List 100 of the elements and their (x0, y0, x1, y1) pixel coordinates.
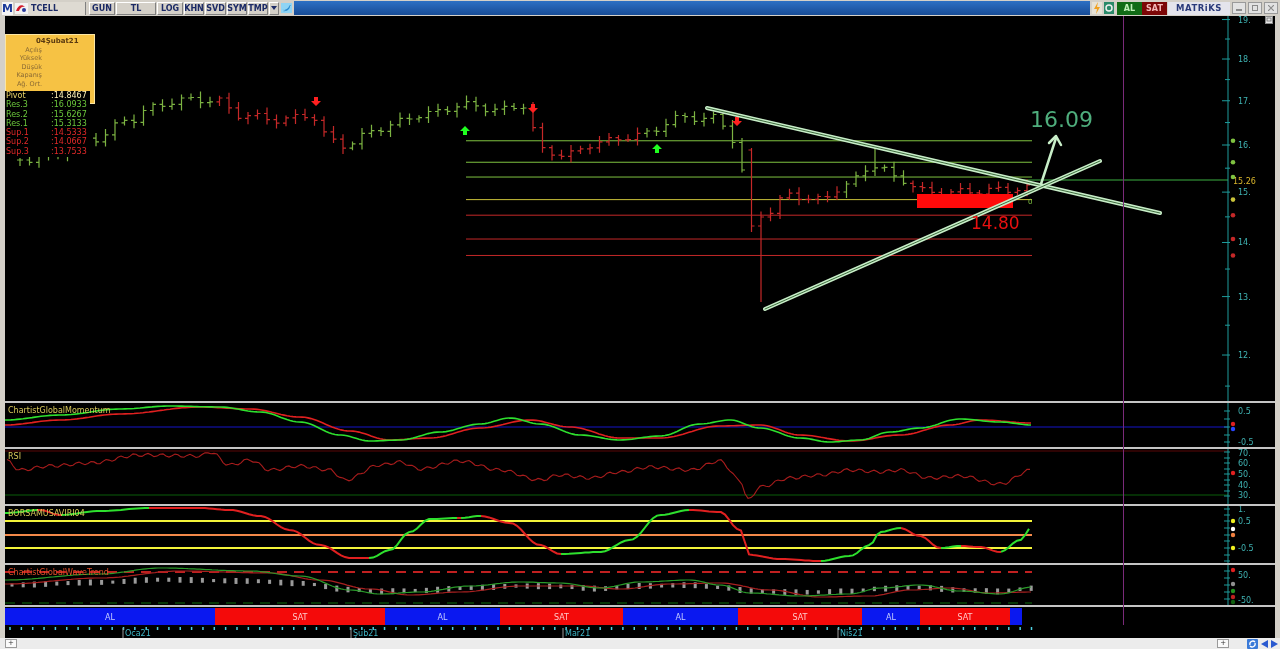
target-price-label: 16.09 (1030, 107, 1093, 132)
signal-label: AL (105, 613, 115, 622)
axis-label: 50. (1238, 470, 1251, 479)
pivot-label: Res.2 (6, 109, 28, 119)
pivot-value: :13.7533 (51, 146, 87, 157)
level-marker-icon (1230, 138, 1236, 144)
level-marker-icon (1230, 545, 1236, 551)
date-separator (350, 627, 352, 638)
box-price-label: 14.80 (971, 213, 1020, 233)
date-label: Oca21 (125, 629, 151, 638)
axis-label: 50. (1238, 571, 1251, 580)
toolbar-button[interactable]: SVD (205, 1, 226, 15)
axis-label: 40. (1238, 481, 1251, 490)
axis-label: 1. (1238, 506, 1246, 514)
caret-icon (271, 6, 277, 10)
refresh-icon[interactable] (1247, 638, 1258, 649)
axis-label: 18. (1238, 55, 1251, 65)
signal-label: SAT (292, 613, 308, 622)
pivot-label: Pivot (6, 91, 26, 100)
brand-name: MATRiKS (1168, 1, 1230, 15)
pivot-label: Sup.3 (6, 146, 29, 157)
pivot-value: :14.0667 (51, 137, 87, 147)
signal-label: SAT (957, 613, 973, 622)
date-separator (562, 627, 564, 638)
date-separator (837, 627, 839, 638)
pivot-label: Sup.2 (6, 137, 29, 147)
pivot-value: :14.5333 (51, 128, 87, 138)
app-logo[interactable]: M (2, 1, 13, 15)
axis-label: 12. (1238, 351, 1251, 360)
level-marker-icon (1230, 253, 1236, 258)
ring-icon[interactable] (1104, 2, 1114, 14)
up-arrow-icon (460, 126, 470, 135)
axis-label: 15. (1238, 188, 1251, 198)
trade-button[interactable]: AL (1117, 1, 1142, 15)
square-icon[interactable] (1265, 16, 1273, 24)
close-button[interactable] (1264, 2, 1278, 14)
toolbar-button[interactable]: TL (116, 1, 156, 15)
date-separator (122, 627, 124, 638)
dropdown-button[interactable] (269, 1, 279, 15)
level-marker-icon (1230, 470, 1236, 476)
restore-button[interactable] (1248, 2, 1262, 14)
axis-label: 14. (1238, 238, 1251, 248)
last-price-label: 15.26 (1233, 177, 1256, 186)
pivot-value: :14.8467 (51, 91, 87, 100)
date-label: Şub21 (353, 629, 379, 638)
target-arrow (1039, 134, 1063, 186)
level-marker-icon (1230, 236, 1236, 242)
axis-label: 19. (1238, 16, 1251, 25)
axis-label: 0.5 (1238, 517, 1251, 526)
down-arrow-icon (732, 117, 742, 126)
value-axis (1223, 449, 1231, 504)
toolbar-button[interactable]: KHN (184, 1, 204, 15)
signal-label: SAT (554, 613, 569, 622)
axis-label: -0.5 (1238, 544, 1254, 553)
toolbar-button[interactable]: TMP (248, 1, 268, 15)
restore-icon (1252, 5, 1258, 11)
signal-label: AL (675, 613, 686, 622)
pivot-label: Res.3 (6, 100, 28, 110)
symbol-field[interactable]: TCELL (28, 1, 86, 15)
axis-label: 0.5 (1238, 407, 1251, 416)
level-marker-icon (1230, 174, 1236, 180)
signal-label: AL (437, 613, 448, 622)
toolbar-button[interactable]: LOG (157, 1, 183, 15)
pivot-value: :15.3133 (51, 118, 87, 128)
level-marker-icon (1230, 518, 1236, 524)
toolbar-button[interactable]: SYM (227, 1, 247, 15)
level-marker-icon (1230, 159, 1236, 165)
level-marker-icon (1230, 212, 1236, 218)
axis-label: 13. (1238, 292, 1251, 302)
symbol-icon (15, 2, 28, 14)
axis-label: 70. (1238, 449, 1251, 458)
pivot-label: Res.1 (6, 118, 28, 128)
pivot-value: :16.0933 (51, 100, 87, 110)
axis-label: 16. (1238, 141, 1251, 150)
pivot-value: :15.6267 (51, 109, 87, 119)
value-axis (1223, 506, 1231, 563)
level-marker-icon (1230, 197, 1236, 202)
indicator-title: ChartistGlobalMomentum (8, 406, 111, 415)
axis-label: -50. (1238, 596, 1254, 605)
close-icon (1268, 5, 1274, 11)
pivot-label: Sup.1 (6, 128, 29, 138)
trade-button[interactable]: SAT (1142, 1, 1167, 15)
axis-label: 17. (1238, 96, 1251, 106)
indicator-title: RSI (8, 452, 21, 461)
lightning-icon[interactable] (1092, 2, 1102, 14)
level-marker-icon (1230, 567, 1236, 573)
signal-label: AL (886, 613, 896, 622)
value-axis (1223, 403, 1231, 447)
left-arrow-icon[interactable] (1261, 639, 1269, 648)
right-arrow-icon[interactable] (1270, 639, 1278, 648)
axis-label: -0.5 (1238, 438, 1254, 447)
axis-label: 30. (1238, 491, 1251, 500)
up-arrow-icon (652, 144, 662, 153)
down-arrow-icon (311, 97, 321, 106)
down-arrow-icon (528, 104, 538, 113)
minimize-button[interactable] (1232, 2, 1246, 14)
signal-label: SAT (792, 613, 808, 622)
date-label: Nis21 (840, 629, 863, 638)
date-label: Mar21 (565, 629, 591, 638)
toolbar-button[interactable]: GUN (89, 1, 115, 15)
